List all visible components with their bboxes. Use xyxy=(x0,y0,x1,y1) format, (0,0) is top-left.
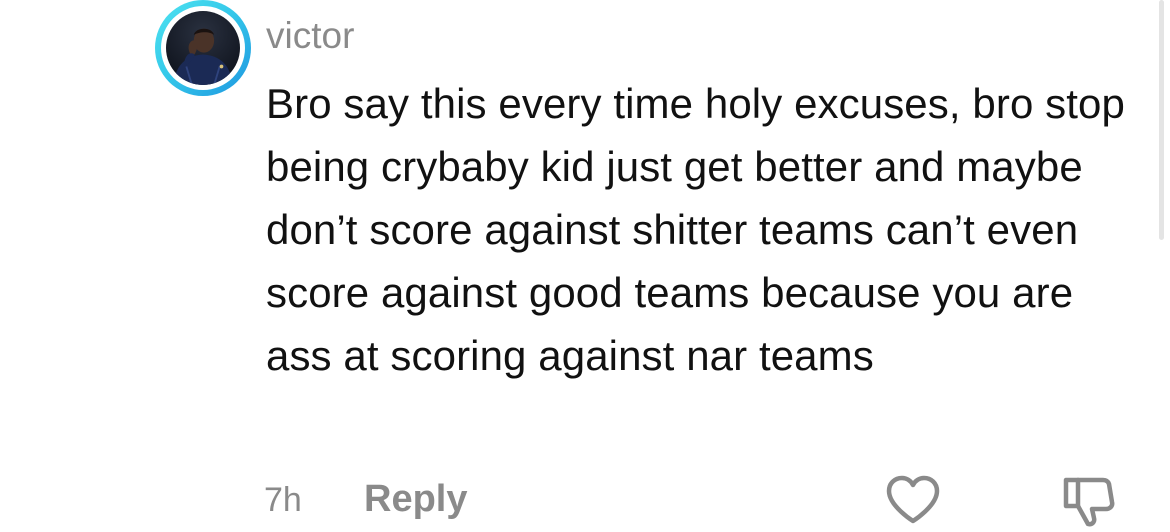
person-photo-icon xyxy=(166,11,240,85)
comment-text: Bro say this every time holy excuses, br… xyxy=(266,80,1125,379)
like-button[interactable] xyxy=(884,474,942,526)
avatar[interactable] xyxy=(155,0,251,96)
username[interactable]: victor xyxy=(266,14,354,58)
avatar-border xyxy=(161,6,245,90)
timestamp: 7h xyxy=(264,481,302,519)
heart-outline-icon xyxy=(886,475,940,524)
comment-item: victor Bro say this every time holy excu… xyxy=(0,0,1170,532)
avatar-image xyxy=(166,11,240,85)
thumbs-down-outline-icon xyxy=(1063,477,1115,527)
reply-button[interactable]: Reply xyxy=(364,476,467,522)
dislike-button[interactable] xyxy=(1060,472,1118,530)
scrollbar[interactable] xyxy=(1159,0,1164,240)
